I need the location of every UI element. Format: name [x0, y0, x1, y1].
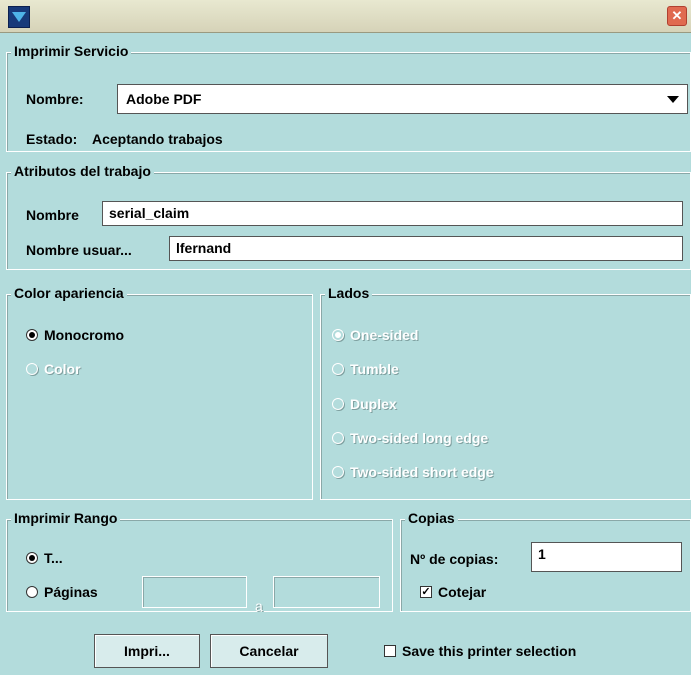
- status-label: Estado:: [26, 131, 78, 147]
- printer-select-value: Adobe PDF: [126, 91, 202, 107]
- radio-unselected-icon: [332, 432, 344, 444]
- radio-duplex-label: Duplex: [350, 396, 397, 412]
- radio-tumble: Tumble: [332, 361, 399, 377]
- job-attributes-panel: Atributos del trabajo Nombre serial_clai…: [6, 163, 691, 270]
- print-service-legend: Imprimir Servicio: [11, 43, 132, 59]
- copies-count-field[interactable]: 1: [531, 542, 682, 572]
- radio-one-sided-label: One-sided: [350, 327, 419, 343]
- checkbox-unchecked-icon: [384, 645, 396, 657]
- print-dialog: ✕ Imprimir Servicio Nombre: Adobe PDF Es…: [0, 0, 691, 675]
- radio-tumble-label: Tumble: [350, 361, 399, 377]
- status-value: Aceptando trabajos: [92, 131, 223, 147]
- print-service-panel: Imprimir Servicio Nombre: Adobe PDF Esta…: [6, 43, 691, 152]
- printer-name-label: Nombre:: [26, 91, 84, 107]
- radio-all-pages-label: T...: [44, 550, 63, 566]
- page-range-separator: a: [255, 598, 263, 614]
- radio-color-label: Color: [44, 361, 81, 377]
- radio-pages[interactable]: Páginas: [26, 584, 98, 600]
- page-to-field: [273, 576, 380, 608]
- radio-unselected-icon: [26, 586, 38, 598]
- print-range-legend: Imprimir Rango: [11, 510, 121, 526]
- copies-panel: Copias Nº de copias: 1 ✓ Cotejar: [400, 510, 691, 612]
- user-name-label: Nombre usuar...: [26, 242, 132, 258]
- job-name-field[interactable]: serial_claim: [102, 201, 683, 226]
- printer-select[interactable]: Adobe PDF: [117, 84, 688, 114]
- radio-unselected-icon: [332, 466, 344, 478]
- radio-selected-icon: [332, 329, 344, 341]
- radio-unselected-icon: [332, 398, 344, 410]
- title-bar[interactable]: ✕: [0, 0, 691, 33]
- job-attributes-legend: Atributos del trabajo: [11, 163, 154, 179]
- sides-panel: Lados One-sided Tumble Duplex Two-sided …: [320, 285, 691, 500]
- radio-one-sided: One-sided: [332, 327, 418, 343]
- radio-unselected-icon: [332, 363, 344, 375]
- radio-all-pages[interactable]: T...: [26, 550, 63, 566]
- color-appearance-panel: Color apariencia Monocromo Color: [6, 285, 313, 500]
- job-name-label: Nombre: [26, 207, 79, 223]
- checkbox-checked-icon: ✓: [420, 586, 432, 598]
- radio-two-sided-short-edge: Two-sided short edge: [332, 464, 494, 480]
- collate-checkbox[interactable]: ✓ Cotejar: [420, 584, 486, 600]
- radio-two-sided-long-edge-label: Two-sided long edge: [350, 430, 489, 446]
- radio-duplex: Duplex: [332, 396, 397, 412]
- close-button[interactable]: ✕: [667, 6, 687, 26]
- save-printer-selection-checkbox[interactable]: Save this printer selection: [384, 643, 576, 659]
- radio-pages-label: Páginas: [44, 584, 98, 600]
- color-appearance-legend: Color apariencia: [11, 285, 127, 301]
- radio-selected-icon: [26, 552, 38, 564]
- radio-unselected-icon: [26, 363, 38, 375]
- app-icon: [8, 6, 30, 28]
- radio-monochrome-label: Monocromo: [44, 327, 125, 343]
- radio-two-sided-long-edge: Two-sided long edge: [332, 430, 488, 446]
- sides-legend: Lados: [325, 285, 373, 301]
- radio-monochrome[interactable]: Monocromo: [26, 327, 124, 343]
- radio-selected-icon: [26, 329, 38, 341]
- copies-count-label: Nº de copias:: [410, 551, 499, 567]
- cancel-button[interactable]: Cancelar: [210, 634, 328, 668]
- radio-two-sided-short-edge-label: Two-sided short edge: [350, 464, 494, 480]
- radio-color: Color: [26, 361, 81, 377]
- collate-label: Cotejar: [438, 584, 487, 600]
- print-button[interactable]: Impri...: [94, 634, 200, 668]
- page-from-field: [142, 576, 247, 608]
- user-name-field[interactable]: lfernand: [169, 236, 683, 261]
- chevron-down-icon[interactable]: [667, 96, 679, 103]
- copies-legend: Copias: [405, 510, 458, 526]
- save-printer-selection-label: Save this printer selection: [402, 643, 577, 659]
